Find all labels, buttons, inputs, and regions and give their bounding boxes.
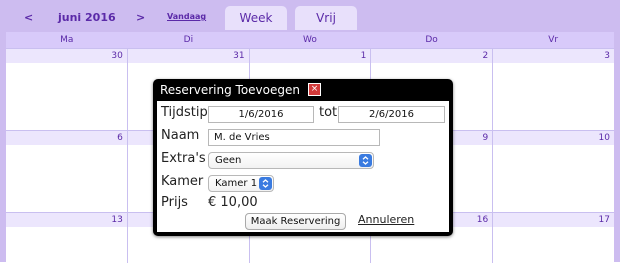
weekday-header: Wo bbox=[303, 35, 317, 45]
name-label: Naam bbox=[161, 128, 200, 143]
day-number: 1 bbox=[360, 51, 367, 61]
next-month-button[interactable]: > bbox=[136, 11, 145, 24]
close-icon[interactable]: × bbox=[308, 83, 321, 96]
make-reservation-button[interactable]: Maak Reservering bbox=[245, 213, 346, 230]
day-number: 31 bbox=[233, 51, 245, 61]
price-value: € 10,00 bbox=[208, 195, 258, 210]
calendar-app: < juni 2016 > Vandaag Week Vrij Ma Di Wo… bbox=[0, 0, 620, 263]
extras-select[interactable]: Geen bbox=[208, 152, 374, 169]
cancel-link[interactable]: Annuleren bbox=[358, 213, 414, 226]
day-number: 6 bbox=[117, 133, 123, 143]
current-month-label: juni 2016 bbox=[58, 11, 116, 24]
dialog-body: Tijdstip 1/6/2016 tot 2/6/2016 Naam M. d… bbox=[157, 101, 449, 232]
room-label: Kamer bbox=[161, 174, 204, 189]
day-number: 30 bbox=[111, 51, 123, 61]
select-arrows-icon bbox=[359, 154, 372, 167]
extras-select-value: Geen bbox=[215, 155, 242, 166]
price-label: Prijs bbox=[161, 195, 188, 210]
day-cell[interactable]: 6 bbox=[6, 131, 127, 212]
room-select-value: Kamer 1 bbox=[215, 178, 258, 189]
day-cell[interactable]: 10 bbox=[492, 131, 614, 212]
day-number: 10 bbox=[598, 133, 610, 143]
name-field[interactable]: M. de Vries bbox=[208, 129, 380, 146]
day-number: 2 bbox=[482, 51, 489, 61]
select-arrows-icon bbox=[259, 177, 272, 190]
room-select[interactable]: Kamer 1 bbox=[208, 175, 274, 192]
weekday-header: Di bbox=[183, 35, 194, 45]
tab-free[interactable]: Vrij bbox=[295, 6, 357, 30]
previous-month-button[interactable]: < bbox=[24, 11, 33, 24]
from-date-field[interactable]: 1/6/2016 bbox=[208, 106, 314, 123]
day-number: 13 bbox=[111, 215, 123, 225]
day-cell[interactable]: 13 bbox=[6, 213, 127, 263]
weekday-header: Vr bbox=[548, 35, 559, 45]
day-number: 9 bbox=[482, 133, 489, 143]
dialog-title: Reservering Toevoegen bbox=[160, 83, 300, 97]
today-link[interactable]: Vandaag bbox=[167, 12, 206, 21]
weekday-header-row: Ma Di Wo Do Vr bbox=[6, 32, 614, 48]
day-number: 3 bbox=[604, 51, 610, 61]
day-number: 16 bbox=[476, 215, 489, 225]
day-number: 17 bbox=[598, 215, 610, 225]
tab-week[interactable]: Week bbox=[225, 6, 287, 30]
day-cell[interactable]: 17 bbox=[492, 213, 614, 263]
day-cell[interactable]: 30 bbox=[6, 49, 127, 130]
weekday-header: Do bbox=[425, 35, 438, 45]
to-label: tot bbox=[319, 105, 338, 120]
day-cell[interactable]: 3 bbox=[492, 49, 614, 130]
add-reservation-dialog: Reservering Toevoegen × Tijdstip 1/6/201… bbox=[153, 79, 453, 236]
to-date-field[interactable]: 2/6/2016 bbox=[338, 106, 445, 123]
time-label: Tijdstip bbox=[161, 105, 208, 120]
extras-label: Extra's bbox=[161, 151, 206, 166]
weekday-header: Ma bbox=[60, 35, 74, 45]
